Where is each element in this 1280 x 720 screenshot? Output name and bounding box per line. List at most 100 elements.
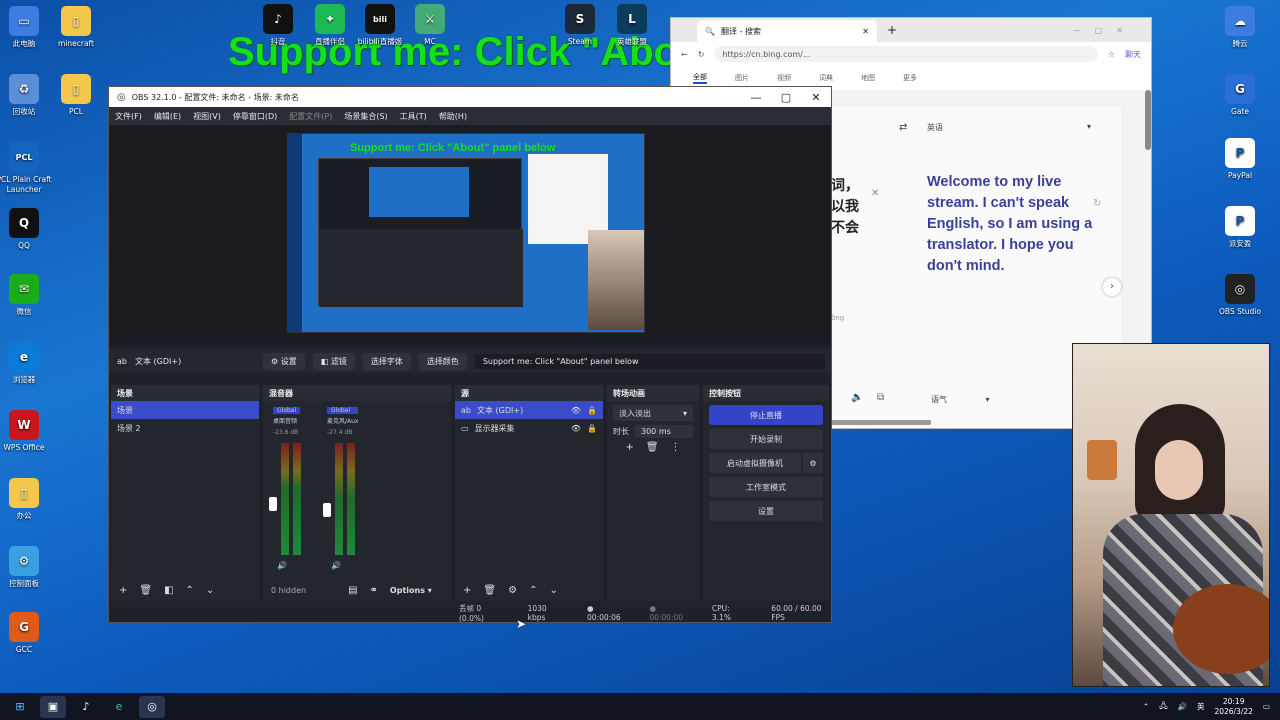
- url-field[interactable]: https://cn.bing.com/...: [714, 46, 1098, 62]
- browser-tab[interactable]: 🔍 翻译 - 搜索 ✕: [697, 20, 877, 42]
- desktop-icon[interactable]: ▯ 办公: [0, 478, 54, 521]
- new-tab-icon[interactable]: +: [887, 23, 897, 37]
- trash-icon[interactable]: 🗑: [483, 585, 496, 596]
- refresh-icon[interactable]: ↻: [1093, 198, 1101, 209]
- ime-indicator[interactable]: 英: [1197, 701, 1205, 712]
- back-icon[interactable]: ←: [681, 50, 688, 59]
- horizontal-scrollbar[interactable]: [831, 420, 931, 425]
- volume-slider-1[interactable]: [269, 497, 277, 511]
- menu-item[interactable]: 场景集合(S): [344, 111, 387, 122]
- gear-icon[interactable]: ⚙: [508, 585, 517, 596]
- lock-icon[interactable]: 🔒: [587, 406, 597, 415]
- settings-button[interactable]: 设置: [709, 501, 823, 521]
- duration-field[interactable]: 300 ms: [635, 425, 693, 438]
- tiktok-icon[interactable]: ♪: [73, 696, 99, 718]
- desktop-icon[interactable]: S Steam: [550, 4, 610, 47]
- minimize-icon[interactable]: —: [741, 91, 771, 104]
- desktop-icon[interactable]: G Gate: [1210, 74, 1270, 117]
- options-button[interactable]: Options ▾: [390, 586, 432, 595]
- clear-icon[interactable]: ✕: [871, 188, 879, 199]
- trash-icon[interactable]: 🗑: [139, 585, 152, 596]
- desktop-icon[interactable]: ☁ 腾云: [1210, 6, 1270, 49]
- copy-icon[interactable]: ⧉: [877, 392, 884, 403]
- search-nav-item[interactable]: 更多: [903, 73, 917, 83]
- edge-icon[interactable]: e: [106, 696, 132, 718]
- tone-select[interactable]: 语气 ▾: [931, 394, 990, 405]
- desktop-icon[interactable]: P 派安盈: [1210, 206, 1270, 249]
- menu-item[interactable]: 文件(F): [115, 111, 142, 122]
- source-item-text[interactable]: ab 文本 (GDI+) 👁 🔒: [455, 401, 603, 419]
- speaker-icon[interactable]: 🔊: [277, 561, 287, 570]
- desktop-icon[interactable]: ⚔ MC: [400, 4, 460, 47]
- more-icon[interactable]: ⋮: [671, 442, 681, 453]
- desktop-icon[interactable]: PCL PCL Plain Craft Launcher: [0, 142, 54, 195]
- search-nav-item[interactable]: 视频: [777, 73, 791, 83]
- down-icon[interactable]: ⌄: [549, 585, 557, 596]
- lock-icon[interactable]: 🔒: [587, 424, 597, 433]
- file-explorer-icon[interactable]: ▣: [40, 695, 66, 718]
- search-nav-item[interactable]: 全部: [693, 72, 707, 84]
- link-icon[interactable]: ⚭: [370, 585, 378, 596]
- text-value-field[interactable]: Support me: Click "About" panel below: [474, 353, 825, 369]
- program-preview[interactable]: Support me: Click "About" panel below: [287, 133, 645, 333]
- chevron-right-icon[interactable]: ›: [1103, 278, 1121, 296]
- desktop-icon[interactable]: G GCC: [0, 612, 54, 655]
- visibility-icon[interactable]: 👁: [571, 424, 581, 433]
- close-icon[interactable]: ✕: [801, 91, 831, 104]
- desktop-icon[interactable]: Q QQ: [0, 208, 54, 251]
- scene-item[interactable]: 场景: [111, 401, 259, 419]
- desktop-icon[interactable]: ♪ 抖音: [248, 4, 308, 47]
- desktop-icon[interactable]: ◎ OBS Studio: [1210, 274, 1270, 317]
- filters-button[interactable]: ◧ 滤镜: [312, 352, 355, 370]
- menu-item[interactable]: 帮助(H): [439, 111, 467, 122]
- desktop-icon[interactable]: e 浏览器: [0, 342, 54, 385]
- desktop-icon[interactable]: ✉ 微信: [0, 274, 54, 317]
- chevron-down-icon[interactable]: ▾: [1087, 122, 1091, 131]
- scene-item[interactable]: 场景 2: [111, 419, 259, 437]
- browser-scrollbar[interactable]: [1145, 90, 1151, 150]
- start-icon[interactable]: ⊞: [7, 696, 33, 718]
- search-nav-item[interactable]: 图片: [735, 73, 749, 83]
- visibility-icon[interactable]: 👁: [571, 406, 581, 415]
- desktop-icon[interactable]: P PayPal: [1210, 138, 1270, 181]
- up-icon[interactable]: ⌃: [529, 585, 537, 596]
- clock[interactable]: 20:19 2026/3/22: [1214, 697, 1252, 717]
- menu-item[interactable]: 配置文件(P): [289, 111, 332, 122]
- trash-icon[interactable]: 🗑: [646, 442, 659, 453]
- refresh-icon[interactable]: ↻: [698, 50, 705, 59]
- start-recording-button[interactable]: 开始录制: [709, 429, 823, 449]
- volume-slider-2[interactable]: [323, 503, 331, 517]
- window-controls[interactable]: —▢✕: [1073, 26, 1151, 35]
- speaker-icon[interactable]: 🔈: [851, 392, 863, 403]
- obs-icon[interactable]: ◎: [139, 695, 165, 718]
- desktop-icon[interactable]: W WPS Office: [0, 410, 54, 453]
- transition-select[interactable]: 淡入淡出 ▾: [613, 405, 693, 421]
- up-icon[interactable]: ⌃: [186, 585, 194, 596]
- down-icon[interactable]: ⌄: [206, 585, 214, 596]
- speaker-icon[interactable]: 🔊: [331, 561, 341, 570]
- add-icon[interactable]: +: [625, 442, 633, 453]
- desktop-icon[interactable]: L 英雄联盟: [602, 4, 662, 47]
- chevron-up-icon[interactable]: ⌃: [1143, 702, 1149, 711]
- swap-language-icon[interactable]: ⇄: [899, 122, 907, 133]
- add-icon[interactable]: +: [463, 585, 471, 596]
- settings-button[interactable]: ⚙ 设置: [262, 352, 305, 370]
- search-nav-item[interactable]: 地图: [861, 73, 875, 83]
- menu-item[interactable]: 编辑(E): [154, 111, 181, 122]
- chat-label[interactable]: 聊天: [1125, 49, 1141, 60]
- add-icon[interactable]: +: [119, 585, 127, 596]
- menu-item[interactable]: 视图(V): [193, 111, 221, 122]
- desktop-icon[interactable]: ▯ minecraft: [46, 6, 106, 49]
- menu-item[interactable]: 停靠窗口(D): [233, 111, 277, 122]
- desktop-icon[interactable]: ▯ PCL: [46, 74, 106, 117]
- select-color-button[interactable]: 选择颜色: [418, 352, 467, 370]
- virtual-camera-button[interactable]: 启动虚拟摄像机: [709, 453, 801, 473]
- notification-icon[interactable]: ▭: [1263, 702, 1270, 711]
- gear-icon[interactable]: ⚙: [803, 453, 823, 473]
- stop-streaming-button[interactable]: 停止直播: [709, 405, 823, 425]
- source-item-display[interactable]: ▭ 显示器采集 👁 🔒: [455, 419, 603, 437]
- filter-icon[interactable]: ◧: [164, 585, 173, 596]
- search-nav-item[interactable]: 词典: [819, 73, 833, 83]
- select-font-button[interactable]: 选择字体: [362, 352, 411, 370]
- layout-icon[interactable]: ▤: [348, 585, 357, 596]
